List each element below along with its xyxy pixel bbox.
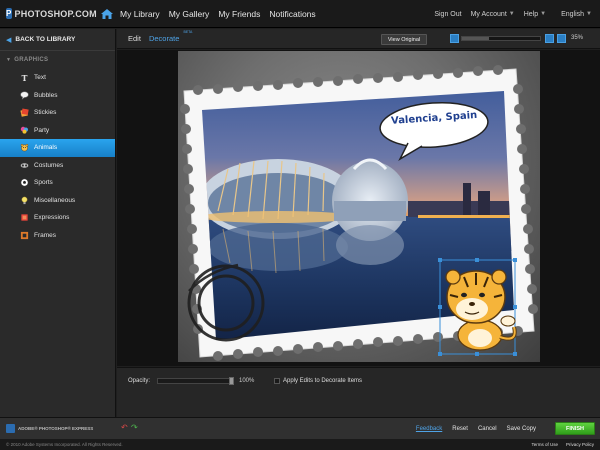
adobe-brand: ADOBE® PHOTOSHOP® EXPRESS (6, 424, 116, 433)
sidebar-item-expressions[interactable]: Expressions (0, 209, 115, 227)
nav-my-library[interactable]: My Library (120, 9, 160, 19)
zoom-fit-button[interactable] (557, 34, 566, 43)
opacity-bar: Opacity: 100% Apply Edits to Decorate It… (117, 367, 600, 417)
sidebar-item-label: Costumes (34, 161, 64, 169)
sidebar: ◀ BACK TO LIBRARY ▼ GRAPHICS T Text Bubb… (0, 29, 116, 417)
sidebar-item-miscellaneous[interactable]: Miscellaneous (0, 192, 115, 210)
sidebar-item-party[interactable]: Party (0, 122, 115, 140)
sports-icon (20, 178, 29, 187)
opacity-value: 100% (239, 378, 255, 384)
graphics-section-label: GRAPHICS (14, 57, 49, 63)
cancel-button[interactable]: Cancel (478, 426, 497, 432)
redo-icon[interactable]: ↷ (131, 423, 138, 432)
sidebar-item-label: Stickies (34, 109, 57, 117)
sidebar-item-label: Animals (34, 144, 58, 152)
help-label: Help (523, 10, 539, 18)
tab-edit[interactable]: Edit (128, 34, 141, 43)
reset-button[interactable]: Reset (452, 426, 468, 432)
text-icon: T (21, 72, 28, 83)
bottom-actions: Feedback Reset Cancel Save Copy (416, 418, 536, 440)
chevron-down-icon: ▼ (508, 11, 515, 17)
ps-logo-icon: P (6, 8, 12, 19)
back-to-library-label: BACK TO LIBRARY (15, 36, 76, 43)
zoom-value: 35% (571, 35, 584, 41)
sidebar-item-label: Party (34, 126, 50, 134)
apply-edits-checkbox[interactable] (274, 378, 280, 384)
top-bar: P PHOTOSHOP.COM My Library My Gallery My… (0, 0, 600, 28)
nav-notifications[interactable]: Notifications (269, 9, 315, 19)
top-nav: My Library My Gallery My Friends Notific… (120, 9, 316, 19)
home-icon[interactable] (100, 8, 114, 20)
footer: © 2010 Adobe Systems Incorporated. All R… (0, 439, 600, 450)
bottom-bar: ADOBE® PHOTOSHOP® EXPRESS ↶ ↷ Feedback R… (0, 417, 600, 439)
feedback-link[interactable]: Feedback (416, 426, 442, 432)
chevron-down-icon: ▼ (540, 11, 547, 17)
undo-icon[interactable]: ↶ (121, 423, 128, 432)
view-original-button[interactable]: View Original (381, 34, 427, 45)
chevron-down-icon: ▼ (586, 11, 592, 17)
decorated-photo (180, 65, 538, 361)
expressions-icon (21, 214, 28, 221)
photoshop-logo[interactable]: P PHOTOSHOP.COM (6, 8, 97, 19)
sidebar-item-costumes[interactable]: Costumes (0, 157, 115, 175)
zoom-slider-fill (462, 37, 490, 40)
adobe-brand-label: ADOBE® PHOTOSHOP® EXPRESS (18, 426, 94, 431)
tab-decorate[interactable]: Decorate BETA (148, 30, 192, 43)
sidebar-item-bubbles[interactable]: Bubbles (0, 87, 115, 105)
opacity-slider-thumb[interactable] (229, 377, 234, 385)
privacy-link[interactable]: Privacy Policy (566, 442, 594, 447)
collapse-triangle-icon: ▼ (6, 57, 12, 63)
zoom-slider[interactable] (461, 36, 541, 41)
logo-text: PHOTOSHOP.COM (14, 8, 97, 19)
nav-my-gallery[interactable]: My Gallery (169, 9, 210, 19)
terms-link[interactable]: Terms of Use (531, 442, 558, 447)
save-copy-button[interactable]: Save Copy (507, 426, 536, 432)
photo-canvas[interactable]: Valencia, Spain (178, 51, 540, 362)
opacity-slider[interactable] (157, 377, 234, 385)
photoshop-express-icon (6, 424, 15, 433)
graphics-section-header[interactable]: ▼ GRAPHICS (0, 51, 115, 69)
apply-edits-label: Apply Edits to Decorate Items (283, 378, 363, 384)
editor-header: Edit Decorate BETA View Original 35% (117, 29, 600, 49)
language-menu[interactable]: English ▼ (561, 11, 592, 18)
zoom-in-button[interactable] (545, 34, 554, 43)
party-icon (20, 126, 29, 134)
footer-links: Terms of Use Privacy Policy (531, 439, 594, 450)
help-menu[interactable]: Help ▼ (524, 11, 546, 18)
opacity-label: Opacity: (128, 378, 151, 384)
sidebar-item-label: Bubbles (34, 91, 58, 99)
top-right-links: Sign Out My Account ▼ Help ▼ English ▼ (434, 0, 592, 28)
bubbles-icon (20, 91, 29, 100)
sidebar-item-text[interactable]: T Text (0, 69, 115, 87)
sidebar-item-animals[interactable]: Animals (0, 139, 115, 157)
sidebar-item-frames[interactable]: Frames (0, 227, 115, 245)
frames-icon (20, 231, 29, 239)
sidebar-item-label: Expressions (34, 214, 70, 222)
finish-button[interactable]: FINISH (555, 422, 595, 435)
sign-out-link[interactable]: Sign Out (434, 11, 461, 18)
nav-my-friends[interactable]: My Friends (218, 9, 260, 19)
copyright-text: © 2010 Adobe Systems Incorporated. All R… (6, 442, 123, 447)
stickies-icon (20, 108, 29, 118)
tab-decorate-label: Decorate (148, 34, 180, 43)
beta-badge: BETA (183, 30, 193, 34)
miscellaneous-icon (21, 196, 28, 204)
sidebar-item-label: Sports (34, 179, 53, 187)
zoom-out-button[interactable] (450, 34, 459, 43)
back-arrow-icon: ◀ (6, 36, 12, 44)
back-to-library-button[interactable]: ◀ BACK TO LIBRARY (0, 29, 115, 51)
my-account-menu[interactable]: My Account ▼ (471, 11, 515, 18)
sidebar-item-label: Miscellaneous (34, 196, 76, 204)
costumes-icon (20, 162, 29, 168)
sidebar-item-label: Frames (34, 231, 57, 239)
sidebar-item-sports[interactable]: Sports (0, 174, 115, 192)
canvas-area: Valencia, Spain (117, 50, 600, 366)
my-account-label: My Account (470, 10, 507, 18)
sidebar-item-label: Text (34, 74, 46, 82)
sidebar-item-stickies[interactable]: Stickies (0, 104, 115, 122)
animals-icon (20, 144, 29, 152)
language-label: English (561, 10, 585, 18)
